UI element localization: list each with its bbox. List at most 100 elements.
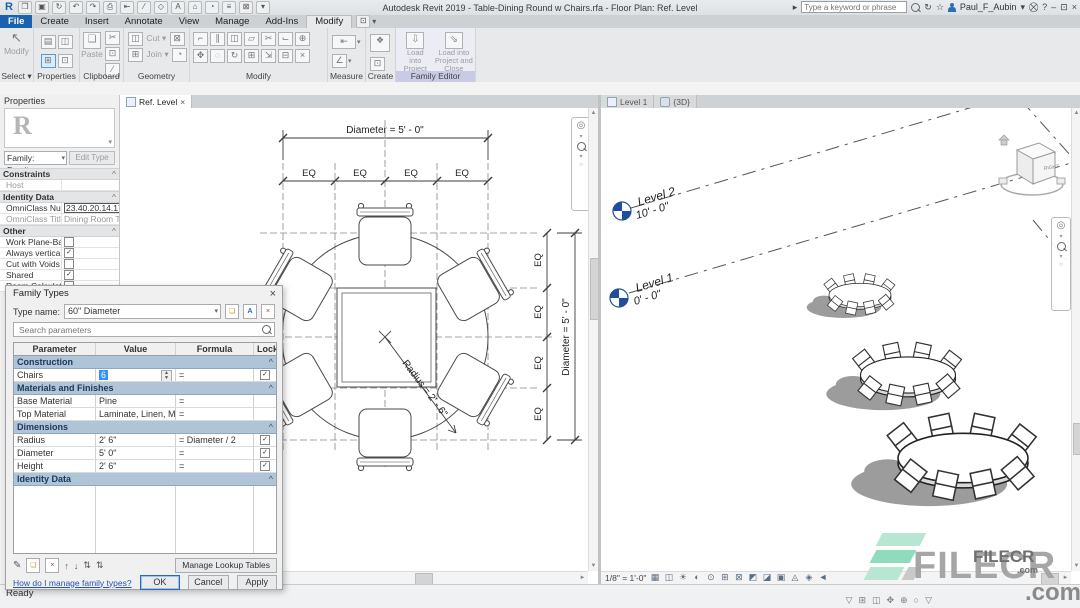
temporary-hide-isolate-icon[interactable]: ◩	[747, 572, 758, 583]
default-3d-view-icon[interactable]: ⌂	[188, 1, 202, 14]
redo-icon[interactable]: ↷	[86, 1, 100, 14]
align-icon[interactable]: ⌐	[193, 32, 208, 46]
mirror-line-icon[interactable]: ▱	[244, 32, 259, 46]
cut-geometry-button[interactable]: ◫ Cut ▾ ⊠	[127, 31, 189, 47]
angle-dimension-icon[interactable]: ∠	[332, 54, 347, 68]
identity-data-section-header[interactable]: Identity Data^	[0, 191, 119, 203]
preview-expander-icon[interactable]: ▾	[108, 138, 112, 146]
column-formula[interactable]: Formula	[176, 343, 254, 355]
print-icon[interactable]: ⎙	[103, 1, 117, 14]
thin-lines-icon[interactable]: ≡	[222, 1, 236, 14]
section-icon[interactable]: ◔	[205, 1, 219, 14]
navbar-options-icon[interactable]: ○	[1059, 262, 1063, 268]
revit-logo-icon[interactable]: R	[3, 2, 15, 13]
section-dimensions[interactable]: Dimensions^	[14, 421, 276, 434]
constraints-visibility-icon[interactable]: ◈	[803, 572, 814, 583]
delete-parameter-icon[interactable]: ×	[45, 558, 59, 573]
scroll-right-icon[interactable]: ►	[1061, 574, 1070, 582]
shadows-icon[interactable]: ◐	[691, 572, 702, 583]
host-param-value[interactable]	[62, 180, 119, 190]
help-search-input[interactable]	[801, 1, 907, 13]
eq-label[interactable]: EQ	[404, 168, 418, 179]
tab-view[interactable]: View	[171, 15, 207, 28]
tab-addins[interactable]: Add-Ins	[257, 15, 306, 28]
zoom-tool-icon[interactable]	[577, 142, 586, 151]
ok-button[interactable]: OK	[140, 575, 180, 590]
scale-icon[interactable]: ⇲	[261, 49, 276, 63]
constraints-section-header[interactable]: Constraints^	[0, 168, 119, 180]
other-section-header[interactable]: Other^	[0, 225, 119, 237]
diameter-value[interactable]: 5' 0"	[96, 447, 176, 459]
base-material-value[interactable]: Pine	[96, 395, 176, 407]
3d-view-canvas[interactable]: Level 2 10' - 0" Level 1 0' - 0" RIGHT	[601, 108, 1071, 571]
top-material-value[interactable]: Laminate, Linen, Matte	[96, 408, 176, 420]
search-expand-icon[interactable]: ▸	[793, 2, 798, 13]
delete-type-icon[interactable]: ×	[261, 304, 275, 319]
aligned-dimension-icon[interactable]: ⁄	[137, 1, 151, 14]
tab-manage[interactable]: Manage	[207, 15, 257, 28]
eq-label[interactable]: EQ	[353, 168, 367, 179]
column-parameter[interactable]: Parameter	[14, 343, 96, 355]
delete-icon[interactable]: ×	[295, 49, 310, 63]
split-icon[interactable]: ✂	[261, 32, 276, 46]
copy-modify-icon[interactable]: ◌	[210, 49, 225, 63]
move-icon[interactable]: ✥	[193, 49, 208, 63]
family-category-icon[interactable]: ▤	[41, 35, 56, 49]
detail-level-icon[interactable]: ▦	[649, 572, 660, 583]
table-3d-medium[interactable]	[826, 342, 961, 410]
restore-icon[interactable]: ⊡	[1060, 2, 1068, 13]
crop-view-icon[interactable]: ⊞	[719, 572, 730, 583]
reveal-hidden-icon[interactable]: ◪	[761, 572, 772, 583]
ribbon-state-dropdown[interactable]: ⊡ ▾	[356, 15, 376, 28]
rename-type-icon[interactable]: A	[243, 304, 257, 319]
filter-icon[interactable]: ▽	[925, 595, 932, 606]
chairs-value-field[interactable]: 6▲▼	[96, 369, 176, 381]
steering-wheel-icon[interactable]: ◎	[577, 120, 586, 131]
close-view-icon[interactable]: ×	[180, 97, 185, 107]
parameter-search[interactable]	[13, 322, 275, 337]
create-group-icon[interactable]: ❖	[370, 34, 390, 52]
apply-button[interactable]: Apply	[237, 575, 277, 590]
tab-3d[interactable]: {3D}	[654, 95, 697, 108]
eq-label[interactable]: EQ	[533, 356, 544, 370]
rotate-icon[interactable]: ↻	[227, 49, 242, 63]
work-plane-based-checkbox[interactable]	[64, 237, 74, 247]
customize-qat-icon[interactable]: ▾	[256, 1, 270, 14]
tab-insert[interactable]: Insert	[77, 15, 117, 28]
scroll-up-icon[interactable]: ▲	[589, 109, 598, 117]
manage-lookup-tables-button[interactable]: Manage Lookup Tables	[175, 558, 277, 573]
diameter-formula[interactable]: =	[176, 447, 254, 459]
tab-level-1[interactable]: Level 1	[601, 95, 654, 108]
modify-tool-button[interactable]: ↖ Modify	[0, 28, 33, 56]
section-construction[interactable]: Construction^	[14, 356, 276, 369]
rendering-icon[interactable]: ⊙	[705, 572, 716, 583]
cut-clipboard-icon[interactable]: ✂	[105, 31, 120, 45]
family-types-icon-2[interactable]: ◫	[58, 35, 73, 49]
dim-diameter-top[interactable]: Diameter = 5' - 0"	[346, 125, 424, 136]
navbar-options-icon[interactable]: ○	[579, 162, 583, 168]
eq-label[interactable]: EQ	[533, 407, 544, 421]
tab-create[interactable]: Create	[32, 15, 77, 28]
sync-icon[interactable]: ↻	[52, 1, 66, 14]
section-identity-data[interactable]: Identity Data^	[14, 473, 276, 486]
app-store-cart-icon[interactable]: ⛒	[1029, 2, 1038, 13]
scroll-down-icon[interactable]: ▼	[1072, 562, 1080, 570]
text-icon[interactable]: A	[171, 1, 185, 14]
dim-diameter-right[interactable]: Diameter = 5' - 0"	[561, 298, 572, 376]
scale-control[interactable]: 1/8" = 1'-0"	[605, 573, 646, 583]
user-menu-chevron-icon[interactable]: ▾	[1020, 2, 1025, 13]
trim-icon[interactable]: ⌙	[278, 32, 293, 46]
join-geometry-button[interactable]: ⊞ Join ▾ ◔	[127, 47, 189, 63]
chevron-down-icon[interactable]: ▾	[579, 133, 582, 140]
chevron-down-icon[interactable]: ▾	[579, 153, 582, 160]
omniclass-number-value[interactable]: 23.40.20.14.17.11	[64, 203, 119, 213]
close-hidden-windows-icon[interactable]: ⊠	[239, 1, 253, 14]
minimize-icon[interactable]: –	[1051, 2, 1056, 12]
copy-icon[interactable]: ⊡	[105, 47, 120, 61]
chairs-formula[interactable]: =	[176, 369, 254, 381]
eq-label[interactable]: EQ	[455, 168, 469, 179]
visual-style-icon[interactable]: ◫	[663, 572, 674, 583]
tab-annotate[interactable]: Annotate	[117, 15, 171, 28]
dialog-close-icon[interactable]: ×	[270, 286, 276, 302]
select-underlay-icon[interactable]: ○	[914, 595, 919, 606]
